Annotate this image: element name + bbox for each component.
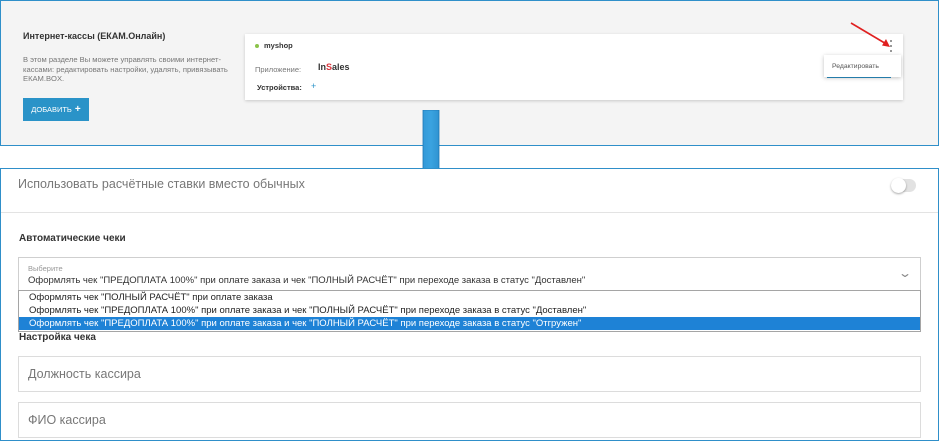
estimated-rates-toggle[interactable] xyxy=(891,178,916,193)
toggle-knob xyxy=(891,178,906,193)
plus-icon: + xyxy=(74,103,81,115)
select-option[interactable]: Оформлять чек "ПОЛНЫЙ РАСЧЁТ" при оплате… xyxy=(19,291,920,304)
edit-menu-item[interactable]: Редактировать xyxy=(824,55,901,77)
red-pointer-arrow-icon xyxy=(850,22,890,47)
devices-label: Устройства: xyxy=(257,83,302,92)
select-value: Оформлять чек "ПРЕДОПЛАТА 100%" при опла… xyxy=(28,275,586,286)
auto-receipts-heading: Автоматические чеки xyxy=(19,233,126,244)
cashier-position-input[interactable]: Должность кассира xyxy=(18,356,921,392)
add-device-plus-icon[interactable]: + xyxy=(311,81,316,91)
cashier-name-input[interactable]: ФИО кассира xyxy=(18,402,921,438)
chevron-down-icon[interactable]: ⌄ xyxy=(898,266,912,280)
section-description: В этом разделе Вы можете управлять своим… xyxy=(23,55,228,83)
select-option-highlighted[interactable]: Оформлять чек "ПРЕДОПЛАТА 100%" при опла… xyxy=(19,317,920,330)
shop-name: myshop xyxy=(264,41,293,50)
estimated-rates-label: Использовать расчётные ставки вместо обы… xyxy=(18,177,305,191)
section-title: Интернет-кассы (ЕКАМ.Онлайн) xyxy=(23,31,166,41)
divider xyxy=(1,212,938,213)
status-dot-icon xyxy=(255,44,259,48)
auto-receipts-select[interactable]: Выберите Оформлять чек "ПРЕДОПЛАТА 100%"… xyxy=(18,257,921,290)
shop-card: myshop Приложение: InSales Устройства: + xyxy=(245,34,903,100)
cash-registers-panel: Интернет-кассы (ЕКАМ.Онлайн) В этом разд… xyxy=(0,0,939,146)
select-option[interactable]: Оформлять чек "ПРЕДОПЛАТА 100%" при опла… xyxy=(19,304,920,317)
add-button[interactable]: ДОБАВИТЬ + xyxy=(23,98,89,121)
select-label: Выберите xyxy=(28,264,63,273)
receipt-settings-panel: Использовать расчётные ставки вместо обы… xyxy=(0,168,939,441)
add-button-label: ДОБАВИТЬ xyxy=(31,105,72,114)
insales-logo: InSales xyxy=(318,62,350,72)
receipt-settings-heading: Настройка чека xyxy=(19,332,96,343)
select-options-list: Оформлять чек "ПОЛНЫЙ РАСЧЁТ" при оплате… xyxy=(18,290,921,332)
app-label: Приложение: xyxy=(255,65,302,74)
